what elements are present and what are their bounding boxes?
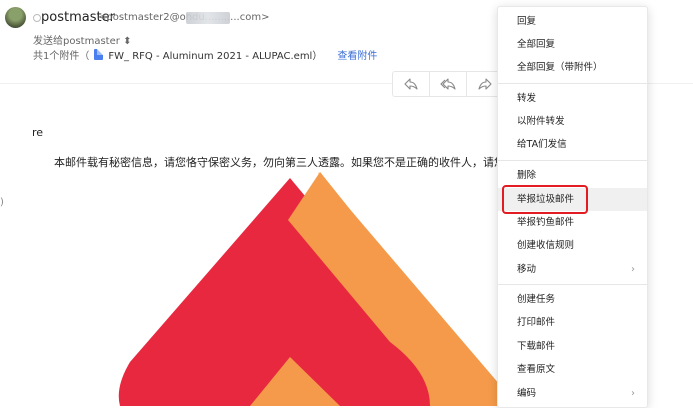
left-edge-paren: )	[0, 197, 4, 208]
body-greeting: re	[32, 126, 44, 139]
menu-item-view-source[interactable]: 查看原文	[498, 358, 647, 381]
attachment-line: 共1个附件（ FW_ RFQ - Aluminum 2021 - ALUPAC.…	[33, 47, 377, 62]
menu-item-print[interactable]: 打印邮件	[498, 311, 647, 334]
menu-item-download[interactable]: 下载邮件	[498, 335, 647, 358]
menu-item-reply-all[interactable]: 全部回复	[498, 33, 647, 56]
menu-separator	[498, 284, 647, 285]
menu-item-forward-as-attachment[interactable]: 以附件转发	[498, 110, 647, 133]
attachment-name[interactable]: FW_ RFQ - Aluminum 2021 - ALUPAC.eml）	[108, 47, 322, 62]
menu-item-report-phishing[interactable]: 举报钓鱼邮件	[498, 211, 647, 234]
menu-item-encoding[interactable]: 编码 ›	[498, 382, 647, 405]
reply-button[interactable]	[393, 72, 430, 96]
menu-item-move[interactable]: 移动 ›	[498, 258, 647, 281]
reply-all-icon	[440, 78, 456, 90]
recipient-line[interactable]: 发送给postmaster ⬍	[33, 32, 131, 47]
expand-recipients-icon[interactable]: ⬍	[123, 36, 131, 47]
attachment-count: 共1个附件（	[33, 51, 90, 62]
menu-item-reply-all-with-attachments[interactable]: 全部回复（带附件）	[498, 56, 647, 79]
menu-item-mail-to-them[interactable]: 给TA们发信	[498, 133, 647, 156]
sender-avatar[interactable]	[5, 7, 26, 28]
document-icon	[94, 49, 104, 60]
chevron-right-icon: ›	[631, 388, 635, 399]
reply-icon	[404, 78, 418, 90]
menu-item-delete[interactable]: 删除	[498, 164, 647, 187]
menu-separator	[498, 160, 647, 161]
annotation-highlight-box	[502, 185, 588, 214]
menu-item-create-task[interactable]: 创建任务	[498, 288, 647, 311]
confidentiality-notice: 本邮件载有秘密信息，请您恪守保密义务，勿向第三人透露。如果您不是正确的收件人，请…	[54, 156, 527, 169]
context-menu: 回复 全部回复 全部回复（带附件） 转发 以附件转发 给TA们发信 删除 举报垃…	[497, 6, 648, 408]
forward-icon	[478, 78, 492, 90]
status-dot-icon	[33, 14, 41, 22]
menu-item-create-rule[interactable]: 创建收信规则	[498, 234, 647, 257]
menu-item-reply[interactable]: 回复	[498, 10, 647, 33]
company-logo-image	[118, 172, 510, 406]
reply-all-button[interactable]	[430, 72, 467, 96]
email-redaction-blur	[186, 12, 230, 24]
menu-item-forward[interactable]: 转发	[498, 87, 647, 110]
chevron-right-icon: ›	[631, 264, 635, 275]
recipient-text: 发送给postmaster	[33, 36, 120, 47]
view-attachment-link[interactable]: 查看附件	[337, 47, 377, 62]
menu-separator	[498, 83, 647, 84]
sender-email: <postmaster2@ohdu...........com>	[98, 12, 270, 23]
message-toolbar	[392, 71, 504, 97]
